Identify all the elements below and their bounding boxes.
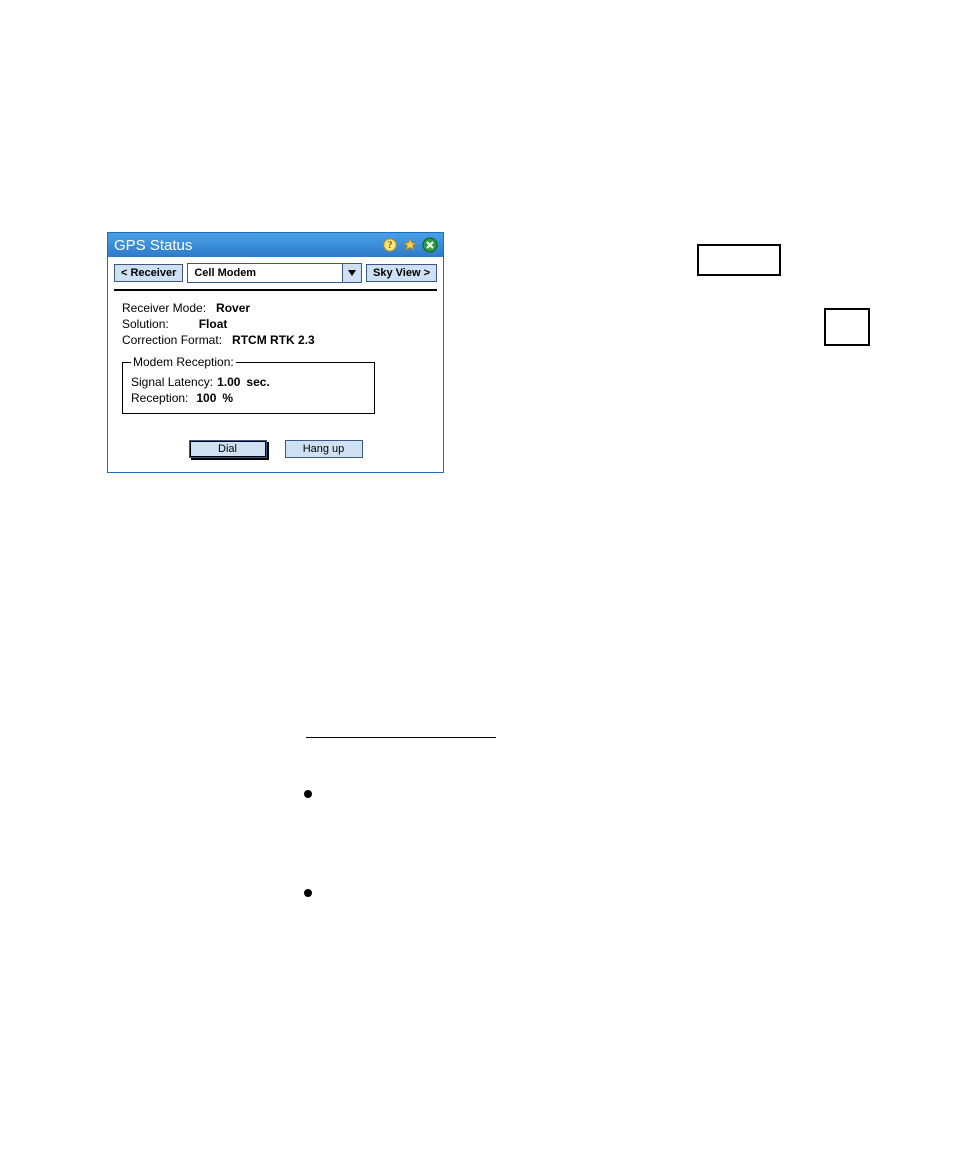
nav-toolbar: < Receiver Cell Modem Sky View > <box>108 257 443 287</box>
signal-latency-unit: sec. <box>246 375 269 389</box>
page: GPS Status ? < Receive <box>0 0 954 1159</box>
receiver-mode-row: Receiver Mode: Rover <box>122 301 433 315</box>
solution-row: Solution: Float <box>122 317 433 331</box>
svg-text:?: ? <box>388 240 393 251</box>
solution-label: Solution: <box>122 317 169 331</box>
divider <box>306 737 496 738</box>
reception-unit: % <box>222 391 233 405</box>
empty-box <box>697 244 781 276</box>
receiver-mode-label: Receiver Mode: <box>122 301 206 315</box>
correction-format-label: Correction Format: <box>122 333 222 347</box>
close-icon[interactable] <box>421 236 439 254</box>
dialog-body: Receiver Mode: Rover Solution: Float Cor… <box>108 297 443 424</box>
view-select[interactable]: Cell Modem <box>187 263 362 283</box>
dialog-footer: Dial Hang up <box>108 424 443 472</box>
prev-receiver-button[interactable]: < Receiver <box>114 264 183 282</box>
receiver-mode-value: Rover <box>216 301 250 315</box>
favorite-icon[interactable] <box>401 236 419 254</box>
dial-button[interactable]: Dial <box>189 440 267 458</box>
reception-row: Reception: 100 % <box>131 391 366 405</box>
help-icon[interactable]: ? <box>381 236 399 254</box>
signal-latency-value: 1.00 <box>217 375 240 389</box>
titlebar: GPS Status ? <box>108 233 443 257</box>
hangup-button[interactable]: Hang up <box>285 440 363 458</box>
gps-status-dialog: GPS Status ? < Receive <box>107 232 444 473</box>
empty-box <box>824 308 870 346</box>
bullet-icon <box>304 889 312 897</box>
reception-value: 100 <box>196 391 216 405</box>
view-select-value: Cell Modem <box>187 263 342 283</box>
modem-reception-legend: Modem Reception: <box>131 355 236 369</box>
toolbar-divider <box>114 289 437 291</box>
signal-latency-row: Signal Latency: 1.00 sec. <box>131 375 366 389</box>
bullet-icon <box>304 790 312 798</box>
reception-label: Reception: <box>131 391 188 405</box>
solution-value: Float <box>199 317 228 331</box>
modem-reception-group: Modem Reception: Signal Latency: 1.00 se… <box>122 355 375 414</box>
dialog-title: GPS Status <box>114 237 379 254</box>
signal-latency-label: Signal Latency: <box>131 375 213 389</box>
chevron-down-icon[interactable] <box>342 263 362 283</box>
next-skyview-button[interactable]: Sky View > <box>366 264 437 282</box>
correction-format-row: Correction Format: RTCM RTK 2.3 <box>122 333 433 347</box>
correction-format-value: RTCM RTK 2.3 <box>232 333 315 347</box>
